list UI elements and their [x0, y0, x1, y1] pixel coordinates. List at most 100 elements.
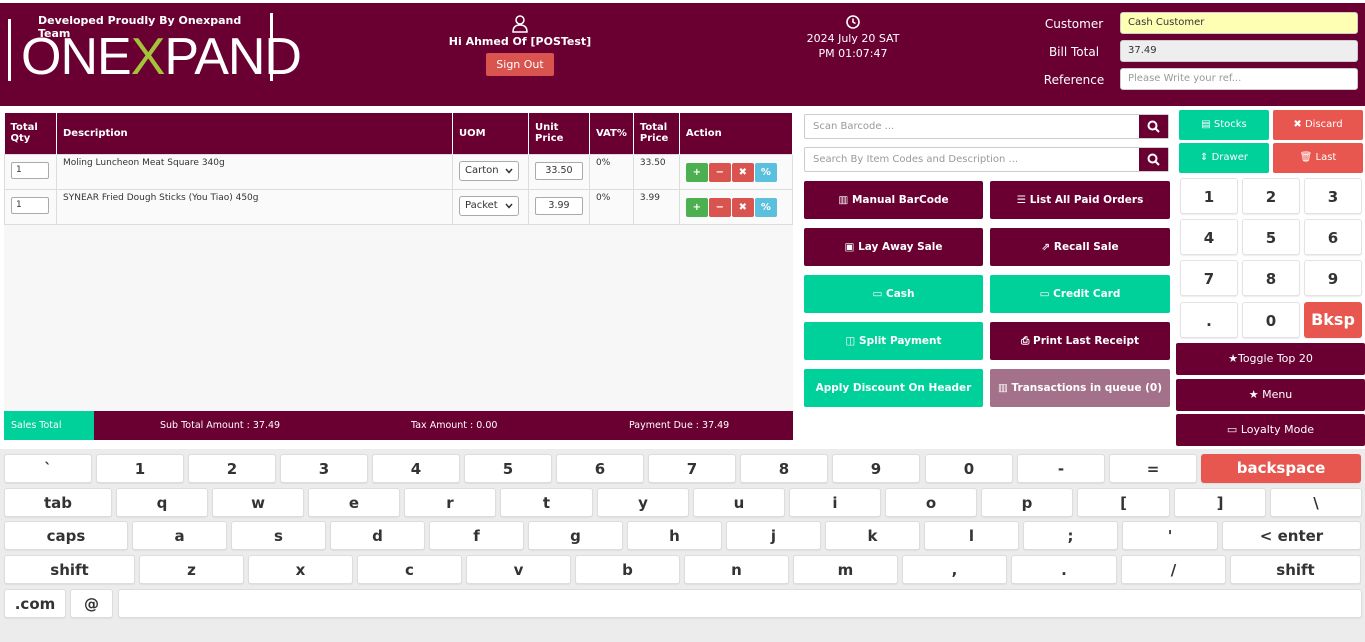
- keyboard-key[interactable]: d: [330, 521, 425, 550]
- numpad-key[interactable]: 9: [1304, 260, 1362, 296]
- keyboard-key[interactable]: ': [1122, 521, 1218, 550]
- numpad-key[interactable]: 2: [1242, 178, 1300, 214]
- keyboard-key[interactable]: j: [726, 521, 821, 550]
- manual-barcode-button[interactable]: ▥ Manual BarCode: [804, 181, 983, 219]
- plus-icon[interactable]: +: [685, 162, 708, 182]
- keyboard-key[interactable]: v: [466, 555, 571, 584]
- lay-away-sale-button[interactable]: ▣ Lay Away Sale: [804, 228, 983, 266]
- keyboard-key[interactable]: a: [132, 521, 227, 550]
- recall-sale-button[interactable]: ⇗ Recall Sale: [990, 228, 1170, 266]
- keyboard-key[interactable]: .com: [4, 589, 66, 618]
- keyboard-key[interactable]: 1: [96, 454, 184, 483]
- numpad-key[interactable]: 3: [1304, 178, 1362, 214]
- keyboard-key[interactable]: o: [885, 488, 977, 517]
- remove-icon[interactable]: ✖: [731, 197, 754, 217]
- keyboard-key[interactable]: shift: [1230, 555, 1361, 584]
- enter-key[interactable]: < enter: [1222, 521, 1361, 550]
- item-search-input[interactable]: Search By Item Codes and Description ...: [804, 147, 1169, 172]
- keyboard-key[interactable]: m: [793, 555, 898, 584]
- qty-input[interactable]: 1: [11, 196, 49, 214]
- keyboard-key[interactable]: b: [575, 555, 680, 584]
- keyboard-key[interactable]: y: [597, 488, 689, 517]
- item-search-button[interactable]: [1139, 148, 1168, 171]
- reference-field[interactable]: Please Write your ref...: [1120, 68, 1358, 90]
- split-payment-button[interactable]: ◫ Split Payment: [804, 322, 983, 360]
- keyboard-key[interactable]: q: [116, 488, 208, 517]
- keyboard-key[interactable]: c: [357, 555, 462, 584]
- keyboard-key[interactable]: 0: [925, 454, 1013, 483]
- print-last-receipt-button[interactable]: ⎙ Print Last Receipt: [990, 322, 1170, 360]
- keyboard-key[interactable]: .: [1011, 555, 1117, 584]
- numpad-key[interactable]: 0: [1242, 302, 1300, 338]
- keyboard-key[interactable]: \: [1270, 488, 1362, 517]
- numpad-key[interactable]: .: [1180, 302, 1238, 338]
- keyboard-key[interactable]: [: [1077, 488, 1170, 517]
- apply-discount-button[interactable]: Apply Discount On Header: [804, 369, 983, 407]
- credit-card-button[interactable]: ▭ Credit Card: [990, 275, 1170, 313]
- keyboard-key[interactable]: u: [693, 488, 785, 517]
- keyboard-key[interactable]: =: [1109, 454, 1197, 483]
- keyboard-key[interactable]: @: [70, 589, 113, 618]
- list-paid-orders-button[interactable]: ☰ List All Paid Orders: [990, 181, 1170, 219]
- numpad-backspace-button[interactable]: Bksp: [1304, 302, 1362, 338]
- numpad-key[interactable]: 1: [1180, 178, 1238, 214]
- keyboard-key[interactable]: ;: [1023, 521, 1118, 550]
- keyboard-key[interactable]: -: [1017, 454, 1105, 483]
- keyboard-key[interactable]: s: [231, 521, 326, 550]
- minus-icon[interactable]: −: [708, 197, 731, 217]
- keyboard-key[interactable]: /: [1121, 555, 1226, 584]
- plus-icon[interactable]: +: [685, 197, 708, 217]
- loyalty-mode-button[interactable]: ▭ Loyalty Mode: [1176, 414, 1365, 446]
- keyboard-key[interactable]: i: [789, 488, 881, 517]
- unit-price-input[interactable]: 3.99: [535, 196, 583, 215]
- numpad-key[interactable]: 4: [1180, 219, 1238, 255]
- numpad-key[interactable]: 8: [1242, 260, 1300, 296]
- keyboard-key[interactable]: l: [924, 521, 1019, 550]
- keyboard-key[interactable]: p: [981, 488, 1073, 517]
- keyboard-key[interactable]: 7: [648, 454, 736, 483]
- keyboard-key[interactable]: 2: [188, 454, 276, 483]
- keyboard-key[interactable]: shift: [4, 555, 135, 584]
- keyboard-key[interactable]: z: [139, 555, 244, 584]
- uom-select[interactable]: Packet: [459, 195, 519, 216]
- qty-input[interactable]: 1: [11, 161, 49, 179]
- keyboard-key[interactable]: 8: [740, 454, 828, 483]
- keyboard-key[interactable]: t: [500, 488, 593, 517]
- uom-select[interactable]: Carton: [459, 160, 519, 181]
- numpad-key[interactable]: 7: [1180, 260, 1238, 296]
- keyboard-key[interactable]: 3: [280, 454, 368, 483]
- scan-barcode-input[interactable]: Scan Barcode ...: [804, 114, 1169, 139]
- keyboard-key[interactable]: g: [528, 521, 623, 550]
- keyboard-key[interactable]: w: [212, 488, 304, 517]
- toggle-top-20-button[interactable]: ★Toggle Top 20: [1176, 343, 1365, 375]
- percent-icon[interactable]: %: [754, 162, 777, 182]
- keyboard-key[interactable]: ,: [902, 555, 1007, 584]
- keyboard-key[interactable]: n: [684, 555, 789, 584]
- keyboard-key[interactable]: r: [404, 488, 496, 517]
- keyboard-key[interactable]: 5: [464, 454, 552, 483]
- keyboard-key[interactable]: h: [627, 521, 722, 550]
- keyboard-key[interactable]: tab: [4, 488, 112, 517]
- numpad-key[interactable]: 5: [1242, 219, 1300, 255]
- numpad-key[interactable]: 6: [1304, 219, 1362, 255]
- barcode-search-button[interactable]: [1139, 115, 1168, 138]
- stocks-button[interactable]: ▤ Stocks: [1179, 110, 1269, 140]
- backspace-key[interactable]: backspace: [1201, 454, 1361, 483]
- unit-price-input[interactable]: 33.50: [535, 161, 583, 180]
- minus-icon[interactable]: −: [708, 162, 731, 182]
- drawer-button[interactable]: ⇕ Drawer: [1179, 143, 1269, 173]
- keyboard-key[interactable]: x: [248, 555, 353, 584]
- percent-icon[interactable]: %: [754, 197, 777, 217]
- last-button[interactable]: 🗑 Last: [1273, 143, 1363, 173]
- customer-field[interactable]: Cash Customer: [1120, 12, 1358, 34]
- cash-button[interactable]: ▭ Cash: [804, 275, 983, 313]
- transactions-queue-button[interactable]: ▥ Transactions in queue (0): [990, 369, 1170, 407]
- remove-icon[interactable]: ✖: [731, 162, 754, 182]
- keyboard-key[interactable]: e: [308, 488, 400, 517]
- menu-button[interactable]: ★ Menu: [1176, 379, 1365, 411]
- keyboard-key[interactable]: `: [4, 454, 92, 483]
- discard-button[interactable]: ✖ Discard: [1273, 110, 1363, 140]
- keyboard-key[interactable]: k: [825, 521, 920, 550]
- keyboard-key[interactable]: 6: [556, 454, 644, 483]
- space-key[interactable]: [118, 589, 1362, 618]
